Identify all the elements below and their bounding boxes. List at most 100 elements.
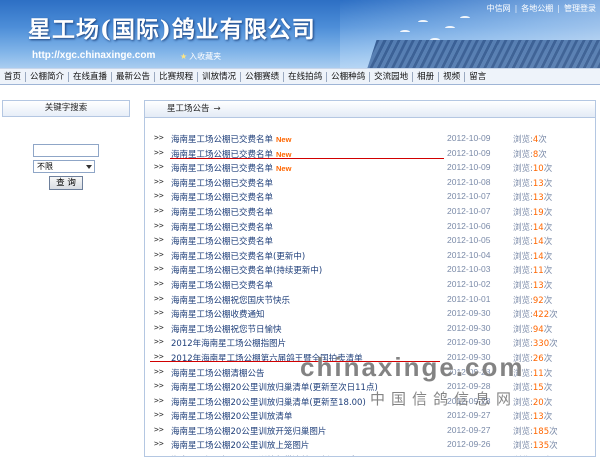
announcement-title: 海南星工场公棚20公里训放开笼归巢图片 — [171, 426, 327, 437]
view-count-suffix: 次 — [549, 441, 558, 452]
row-marker: >> — [154, 205, 164, 215]
row-marker: >> — [154, 439, 164, 449]
top-link-lofts[interactable]: 各地公棚 — [521, 4, 553, 13]
table-row: >> 海南星工场公棚已交费名单 2012-10-02 浏览:13次 — [145, 278, 595, 293]
table-row: >> 海南星工场公棚祝您国庆节快乐 2012-10-01 浏览:92次 — [145, 293, 595, 308]
announcement-link[interactable]: 海南星工场公棚20公里训放归巢清单(更新至18.00) — [171, 396, 366, 408]
view-count-suffix: 次 — [543, 412, 553, 423]
row-marker: >> — [154, 147, 164, 157]
announcement-link[interactable]: 海南星工场公棚已交费名单 — [171, 206, 273, 218]
table-row: >> 海南星工场公棚已交费名单(持续更新中) 2012-10-03 浏览:11次 — [145, 263, 595, 278]
announcement-link[interactable]: 海南星工场公棚已交费名单 — [171, 191, 273, 203]
announcement-link[interactable]: 海南星工场公棚已交费名单 New — [171, 162, 291, 174]
view-count: 浏览:185次 — [513, 425, 558, 437]
site-title: 星工场(国际)鸽业有限公司 — [28, 16, 316, 43]
nav-item-guestbook[interactable]: 留言 — [465, 72, 490, 82]
top-link-chinaxinge[interactable]: 中信网 — [487, 4, 511, 13]
view-count-number: 185 — [532, 426, 550, 437]
nav-item-training[interactable]: 训放情况 — [198, 71, 242, 82]
view-count-number: 26 — [532, 353, 544, 364]
nav-item-results[interactable]: 公棚赛绩 — [241, 71, 285, 82]
search-heading: 关键字搜索 — [2, 100, 130, 117]
nav-item-breeders[interactable]: 公棚种鸽 — [327, 71, 371, 82]
view-count-suffix: 次 — [543, 178, 553, 189]
watermark-cn: 中国信鸽信息网 — [370, 390, 518, 408]
table-row: >> 海南星工场公棚20公里训放清单 2012-09-27 浏览:13次 — [145, 409, 595, 424]
announcement-date: 2012-10-09 — [447, 147, 491, 158]
announcement-date: 2012-10-04 — [447, 249, 491, 260]
announcement-link[interactable]: 海南星工场公棚已交费名单 — [171, 279, 273, 291]
view-count-number: 13 — [532, 178, 544, 189]
search-scope-value: 不限 — [37, 162, 53, 171]
view-count-prefix: 浏览: — [513, 426, 533, 437]
view-count-number: 92 — [532, 295, 544, 306]
announcement-link[interactable]: 海南星工场公棚20公里训放开笼归巢图片 — [171, 425, 326, 437]
sidebar: 关键字搜索 不限 查 询 — [0, 100, 140, 457]
nav-item-forum[interactable]: 交流园地 — [370, 71, 414, 82]
divider: | — [557, 4, 560, 13]
announcement-link[interactable]: 海南星工场公棚清棚公告 — [171, 367, 265, 379]
announcement-title: 海南星工场公棚20公里训放归巢清单(更新至18.00) — [171, 397, 366, 408]
view-count-suffix: 次 — [538, 149, 547, 160]
announcement-date: 2012-09-30 — [447, 337, 491, 348]
top-link-admin-login[interactable]: 管理登录 — [564, 4, 596, 13]
nav-item-about[interactable]: 公棚简介 — [26, 71, 70, 82]
nav-item-auction[interactable]: 在线拍鸽 — [284, 71, 328, 82]
announcement-link[interactable]: 海南星工场公棚20公里训放清单 — [171, 410, 292, 422]
view-count: 浏览:13次 — [513, 191, 552, 203]
row-marker: >> — [154, 424, 164, 434]
view-count-prefix: 浏览: — [513, 339, 533, 350]
announcement-link[interactable]: 海南星工场公棚已交费名单 — [171, 177, 273, 189]
announcement-title: 海南星工场公棚20公里训放清单 — [171, 412, 293, 423]
pigeon-icon — [400, 30, 410, 34]
table-row: >> 海南星工场公棚20公里训放上笼图片 2012-09-26 浏览:135次 — [145, 438, 595, 453]
nav-item-album[interactable]: 相册 — [413, 71, 440, 82]
announcement-link[interactable]: 海南星工场公棚20公里训放上笼图片 — [171, 439, 309, 451]
announcement-title: 海南星工场公棚已交费名单 — [171, 280, 274, 291]
announcement-date: 2012-10-09 — [447, 133, 491, 143]
announcement-link[interactable]: 海南星工场公棚已交费名单(持续更新中) — [171, 264, 322, 276]
announcement-title: 海南星工场公棚20公里训放上笼图片 — [171, 441, 310, 452]
nav-item-home[interactable]: 首页 — [0, 71, 27, 82]
view-count: 浏览:94次 — [513, 323, 552, 335]
top-links: 中信网 | 各地公棚 | 管理登录 — [487, 3, 596, 14]
view-count: 浏览:19次 — [513, 206, 552, 218]
divider: | — [514, 4, 518, 13]
view-count: 浏览:135次 — [513, 439, 558, 451]
announcement-date: 2012-10-08 — [447, 176, 491, 187]
table-row: >> 海南星工场公棚已交费名单 New 2012-10-09 浏览:10次 — [145, 161, 595, 176]
nav-item-rules[interactable]: 比赛规程 — [155, 71, 199, 82]
view-count-number: 94 — [532, 324, 544, 335]
nav-item-video[interactable]: 视频 — [439, 71, 466, 82]
announcement-date: 2012-09-27 — [447, 410, 491, 421]
view-count-suffix: 次 — [549, 426, 558, 437]
announcement-link[interactable]: 海南星工场公棚收费通知 — [171, 308, 265, 320]
announcement-link[interactable]: 海南星工场公棚已交费名单 — [171, 221, 273, 233]
announcement-title: 海南星工场公棚已交费名单(更新中) — [171, 251, 306, 262]
announcement-link[interactable]: 海南星工场公棚祝您国庆节快乐 — [171, 294, 290, 306]
announcement-date: 2012-10-05 — [447, 235, 491, 246]
table-row: >> 海南星工场公棚已交费名单(更新中) 2012-10-04 浏览:14次 — [145, 249, 595, 264]
announcement-date: 2012-10-03 — [447, 264, 491, 275]
announcement-link[interactable]: 海南星工场公棚已交费名单 New — [171, 133, 291, 145]
search-input[interactable] — [33, 144, 99, 157]
announcement-link[interactable]: 海南星工场公棚祝您节日愉快 — [171, 323, 282, 335]
search-button[interactable]: 查 询 — [49, 176, 83, 190]
view-count-suffix: 次 — [543, 237, 553, 248]
site-url[interactable]: http://xgc.chinaxinge.com — [32, 50, 155, 61]
search-scope-select[interactable]: 不限 — [33, 160, 95, 173]
row-marker: >> — [154, 351, 164, 361]
announcement-link[interactable]: 海南星工场公棚已交费名单 — [171, 235, 273, 247]
view-count-suffix: 次 — [543, 353, 553, 364]
view-count-suffix: 次 — [549, 310, 558, 321]
nav-item-live[interactable]: 在线直播 — [69, 71, 113, 82]
bookmark-link[interactable]: ★ 入收藏夹 — [180, 51, 221, 62]
nav-item-announcements[interactable]: 最新公告 — [112, 71, 156, 82]
view-count-number: 13 — [532, 280, 544, 291]
table-row: >> 海南星工场公棚已交费名单 New 2012-10-09 浏览:4次 — [145, 132, 595, 147]
announcement-title: 海南星工场公棚清棚公告 — [171, 368, 265, 379]
announcement-link[interactable]: 海南星工场公棚已交费名单(更新中) — [171, 250, 305, 262]
announcement-link[interactable]: 2012年海南星工场公棚指图片 — [171, 337, 286, 349]
watermark: chinaxinge.com — [300, 352, 525, 382]
view-count-prefix: 浏览: — [513, 310, 533, 321]
